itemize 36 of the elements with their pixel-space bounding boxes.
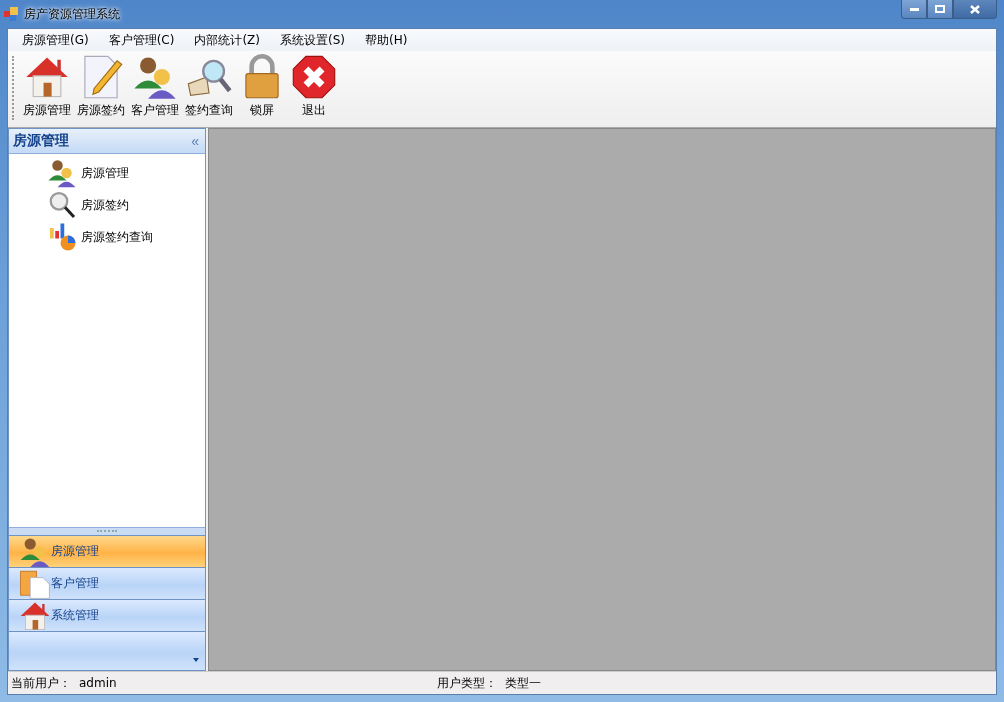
menu-item[interactable]: 房源管理(G): [12, 31, 99, 49]
minimize-button[interactable]: [901, 0, 927, 19]
toolbar-button[interactable]: 锁屏: [236, 54, 288, 119]
magnifier-icon: [47, 190, 77, 220]
people-icon: [47, 158, 77, 188]
chart-icon: [47, 222, 77, 252]
toolbar-button[interactable]: 客户管理: [128, 54, 182, 119]
maximize-icon: [935, 5, 945, 13]
tree-item[interactable]: 房源签约: [81, 196, 129, 214]
status-label: 当前用户：: [11, 674, 71, 692]
nav-button[interactable]: 房源管理: [9, 535, 205, 567]
maximize-button[interactable]: [927, 0, 953, 19]
window-title: 房产资源管理系统: [24, 5, 120, 23]
tree-item[interactable]: 房源管理: [81, 164, 129, 182]
close-icon: [291, 54, 337, 100]
panel-title: 房源管理: [13, 132, 69, 150]
dropdown-arrow-icon[interactable]: [193, 658, 199, 662]
status-label: 用户类型：: [437, 674, 497, 692]
toolbar-button[interactable]: 退出: [288, 54, 340, 119]
toolbar-button[interactable]: 房源管理: [20, 54, 74, 119]
status-value: admin: [79, 676, 118, 690]
menu-item[interactable]: 系统设置(S): [270, 31, 355, 49]
toolbar-button[interactable]: 签约查询: [182, 54, 236, 119]
menu-item[interactable]: 帮助(H): [355, 31, 418, 49]
minimize-icon: [909, 7, 919, 11]
nav-button[interactable]: 客户管理: [9, 567, 205, 599]
menu-item[interactable]: 客户管理(C): [98, 31, 185, 49]
close-button[interactable]: [953, 0, 997, 19]
app-icon: [4, 7, 18, 21]
status-value: 类型一: [505, 674, 541, 692]
menu-item[interactable]: 内部统计(Z): [184, 31, 270, 49]
toolbar-button[interactable]: 房源签约: [74, 54, 128, 119]
people-icon: [19, 535, 51, 568]
nav-button[interactable]: 系统管理: [9, 599, 205, 631]
close-icon: [970, 4, 980, 14]
tree-item[interactable]: 房源签约查询: [81, 228, 153, 246]
